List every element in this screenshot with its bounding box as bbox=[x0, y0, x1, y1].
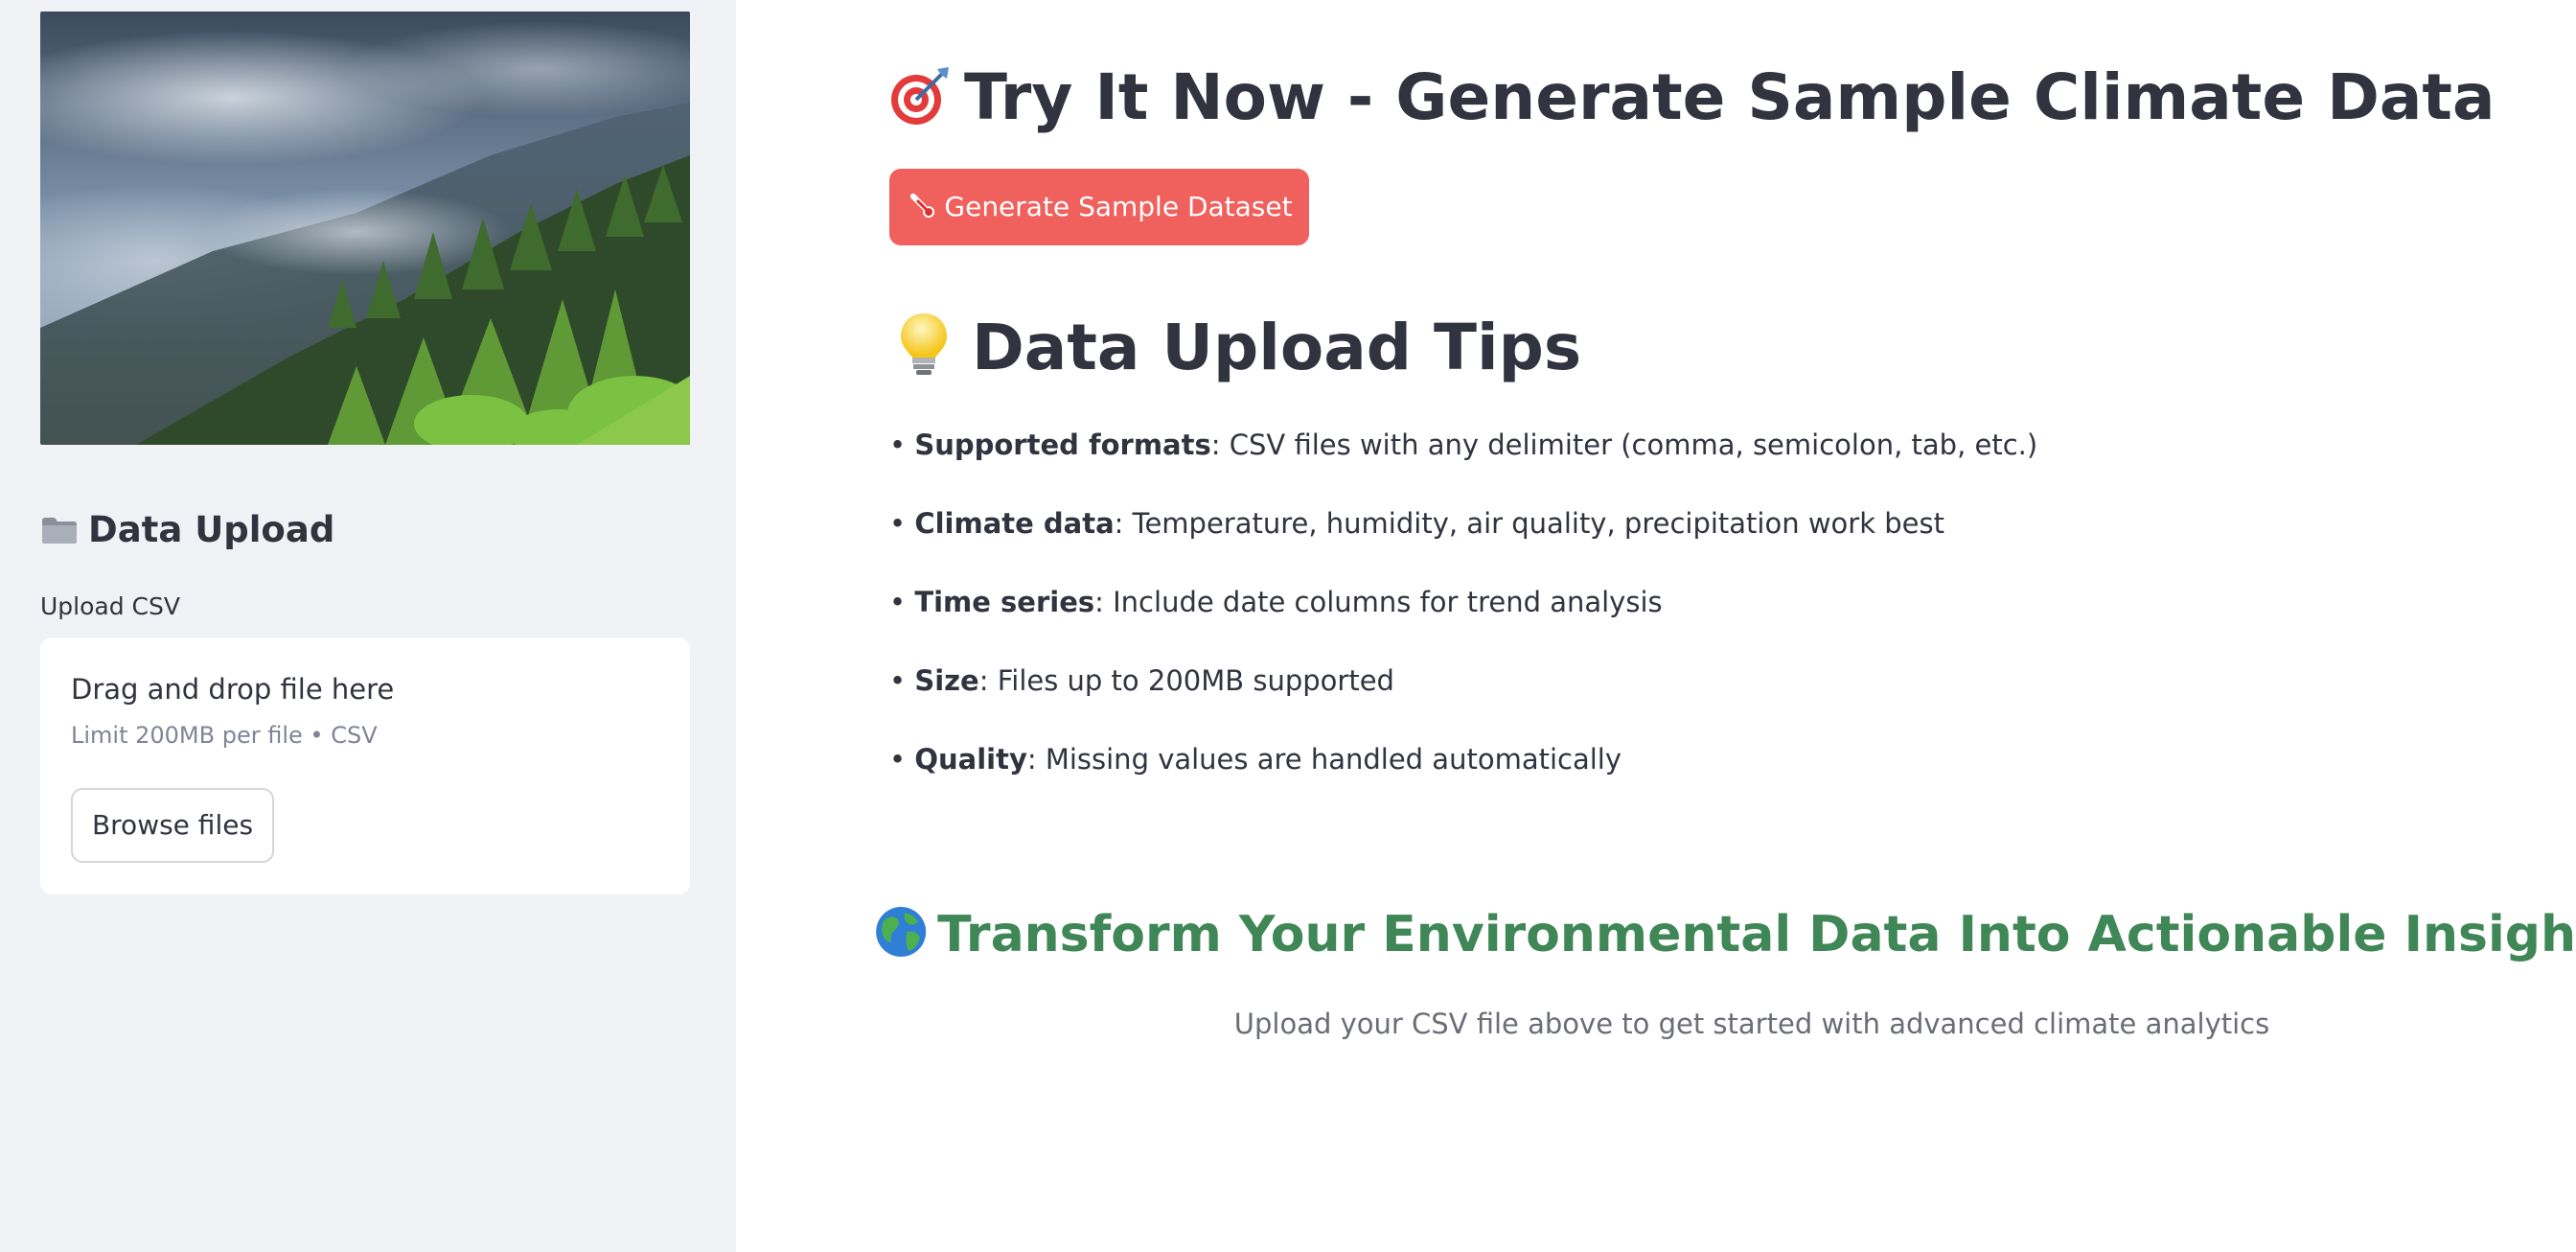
tip-bullet: • bbox=[889, 429, 907, 461]
cta-subtitle: Upload your CSV file above to get starte… bbox=[1233, 1008, 2270, 1040]
sidebar: Data Upload Upload CSV Drag and drop fil… bbox=[0, 0, 736, 1252]
tip-text: : Include date columns for trend analysi… bbox=[1094, 586, 1663, 618]
target-icon bbox=[889, 63, 951, 125]
tip-bullet: • bbox=[889, 507, 907, 540]
globe-icon bbox=[874, 905, 928, 959]
folder-icon bbox=[40, 510, 79, 544]
tip-label: Climate data bbox=[914, 507, 1115, 540]
main-content: Try It Now - Generate Sample Climate Dat… bbox=[736, 0, 2576, 1252]
cta-heading: Transform Your Environmental Data Into A… bbox=[874, 901, 2576, 968]
app-root: Data Upload Upload CSV Drag and drop fil… bbox=[0, 0, 2576, 1252]
tip-label: Supported formats bbox=[914, 429, 1211, 461]
tip-label: Quality bbox=[914, 743, 1027, 776]
try-it-now-title: Try It Now - Generate Sample Climate Dat… bbox=[964, 60, 2496, 134]
data-upload-tips-heading: Data Upload Tips bbox=[889, 305, 1581, 391]
tip-label: Time series bbox=[914, 586, 1095, 618]
tip-item-time-series: • Time series: Include date columns for … bbox=[889, 579, 2518, 658]
try-it-now-heading: Try It Now - Generate Sample Climate Dat… bbox=[889, 56, 2496, 140]
tip-text: : Missing values are handled automatical… bbox=[1026, 743, 1622, 776]
tip-item-quality: • Quality: Missing values are handled au… bbox=[889, 736, 2518, 815]
hero-image bbox=[40, 12, 690, 445]
tip-text: : CSV files with any delimiter (comma, s… bbox=[1210, 429, 2038, 461]
tips-list: • Supported formats: CSV files with any … bbox=[889, 422, 2518, 815]
tip-text: : Files up to 200MB supported bbox=[978, 664, 1394, 697]
generate-button-label: Generate Sample Dataset bbox=[944, 191, 1293, 222]
tip-item-size: • Size: Files up to 200MB supported bbox=[889, 658, 2518, 736]
tips-title: Data Upload Tips bbox=[972, 311, 1582, 384]
dropzone-limit-text: Limit 200MB per file • CSV bbox=[71, 722, 378, 749]
tip-bullet: • bbox=[889, 743, 907, 776]
tip-bullet: • bbox=[889, 664, 907, 697]
browse-files-button[interactable]: Browse files bbox=[71, 788, 274, 863]
tip-item-climate-data: • Climate data: Temperature, humidity, a… bbox=[889, 500, 2518, 579]
tip-bullet: • bbox=[889, 586, 907, 618]
sidebar-header: Data Upload bbox=[40, 506, 334, 554]
lightbulb-icon bbox=[889, 310, 958, 379]
upload-csv-label: Upload CSV bbox=[40, 592, 180, 620]
tip-item-formats: • Supported formats: CSV files with any … bbox=[889, 422, 2518, 500]
cta-title: Transform Your Environmental Data Into A… bbox=[937, 906, 2576, 963]
generate-sample-dataset-button[interactable]: Generate Sample Dataset bbox=[889, 169, 1309, 245]
thermometer-icon bbox=[906, 174, 938, 219]
tip-label: Size bbox=[914, 664, 979, 697]
file-dropzone[interactable]: Drag and drop file here Limit 200MB per … bbox=[40, 638, 690, 894]
sidebar-header-title: Data Upload bbox=[88, 509, 335, 550]
dropzone-instruction: Drag and drop file here bbox=[71, 673, 395, 706]
tip-text: : Temperature, humidity, air quality, pr… bbox=[1114, 507, 1944, 540]
